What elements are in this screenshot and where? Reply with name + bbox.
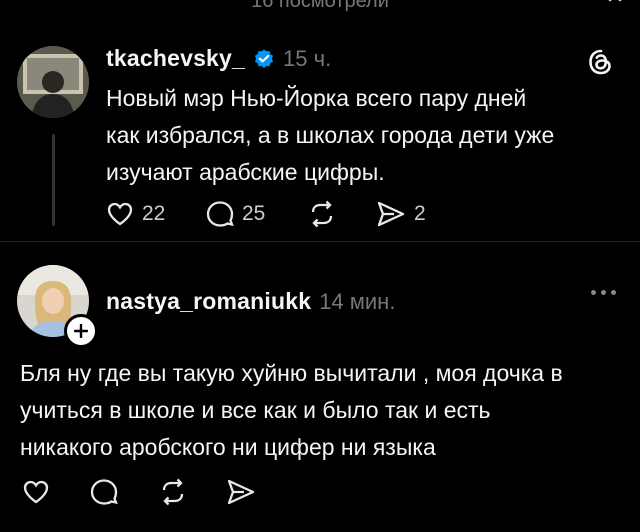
comment-icon	[90, 479, 118, 505]
repost-icon	[311, 200, 333, 228]
post-text: Новый мэр Нью-Йорка всего пару дней как …	[106, 80, 626, 191]
reply-text: Бля ну где вы такую хуйню вычитали , моя…	[20, 355, 630, 466]
divider	[0, 241, 640, 242]
like-button[interactable]: 22	[106, 200, 165, 228]
more-icon[interactable]	[591, 290, 616, 295]
reply-repost-button[interactable]	[158, 478, 188, 506]
reply-text-line: учиться в школе и все как и было так и е…	[20, 397, 491, 423]
follow-button[interactable]	[64, 314, 98, 348]
share-button[interactable]: 2	[376, 200, 426, 228]
post-time: 15 ч.	[283, 45, 332, 71]
like-count: 22	[142, 202, 166, 225]
reply-time: 14 мин.	[319, 288, 396, 314]
post-header: tkachevsky_ 15 ч.	[106, 45, 331, 72]
views-count: 16 посмотрели	[251, 0, 389, 12]
reply-button[interactable]: 25	[206, 200, 265, 228]
close-icon[interactable]	[608, 0, 622, 6]
reply-username[interactable]: nastya_romaniukk	[106, 288, 311, 315]
repost-icon	[162, 478, 184, 506]
heart-icon	[23, 480, 49, 504]
verified-icon	[255, 48, 274, 68]
reply-comment-button[interactable]	[90, 478, 118, 506]
post-text-line: Новый мэр Нью-Йорка всего пару дней	[106, 85, 527, 111]
reply-text-line: никакого аробского ни цифер ни языка	[20, 434, 436, 460]
threads-logo-icon[interactable]	[588, 49, 614, 75]
comment-icon	[206, 201, 234, 227]
post-username[interactable]: tkachevsky_	[106, 45, 245, 72]
reply-text-line: Бля ну где вы такую хуйню вычитали , моя…	[20, 360, 563, 386]
share-icon	[227, 479, 255, 505]
thread-line	[52, 134, 55, 226]
repost-button[interactable]	[307, 200, 337, 228]
post-text-line: как избрался, а в школах города дети уже	[106, 122, 555, 148]
heart-icon	[107, 202, 133, 226]
share-icon	[377, 201, 405, 227]
share-count: 2	[414, 202, 426, 225]
plus-icon	[74, 324, 88, 338]
author-avatar[interactable]	[17, 46, 89, 118]
reply-header: nastya_romaniukk 14 мин.	[106, 288, 395, 315]
reply-share-button[interactable]	[226, 478, 256, 506]
reply-like-button[interactable]	[22, 478, 50, 506]
post-text-line: изучают арабские цифры.	[106, 159, 385, 185]
reply-count: 25	[242, 202, 266, 225]
